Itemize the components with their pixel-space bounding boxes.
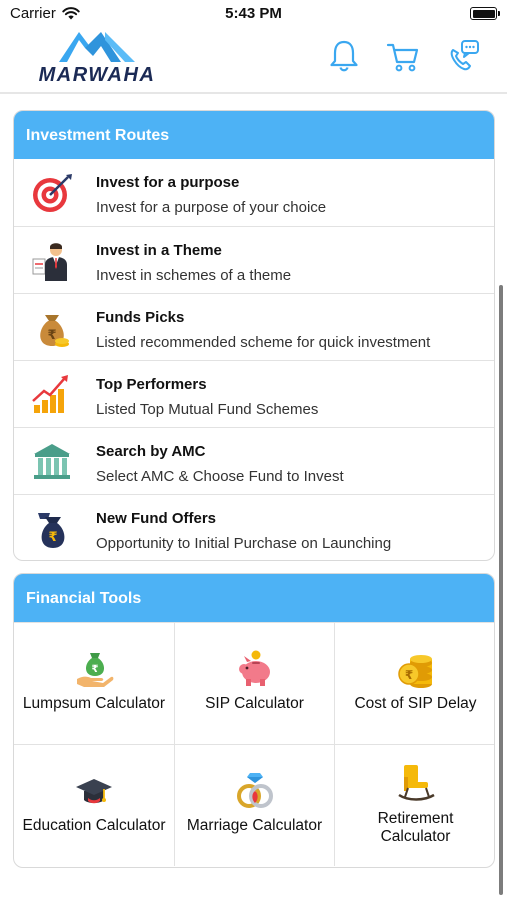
- bank-icon: [34, 444, 70, 479]
- graduation-cap-icon: [76, 779, 112, 804]
- bell-icon[interactable]: [326, 38, 362, 74]
- svg-text:₹: ₹: [48, 530, 57, 545]
- route-title: Search by AMC: [96, 443, 206, 460]
- tool-retirement-calculator[interactable]: Retirement Calculator: [335, 744, 494, 866]
- route-subtitle: Select AMC & Choose Fund to Invest: [96, 468, 344, 485]
- investment-routes-list: Invest for a purpose Invest for a purpos…: [14, 159, 494, 560]
- tool-marriage-calculator[interactable]: Marriage Calculator: [175, 744, 335, 866]
- route-title: New Fund Offers: [96, 510, 217, 527]
- route-funds-picks[interactable]: ₹ Funds Picks Listed recommended scheme …: [14, 293, 494, 360]
- route-subtitle: Invest in schemes of a theme: [96, 267, 292, 284]
- route-title: Invest in a Theme: [96, 242, 222, 259]
- rocking-chair-icon: [397, 765, 435, 801]
- route-title: Invest for a purpose: [96, 174, 240, 191]
- rupee-bag-icon: ₹: [38, 513, 65, 548]
- target-icon: [33, 174, 72, 212]
- route-title: Top Performers: [96, 376, 207, 393]
- route-subtitle: Listed recommended scheme for quick inve…: [96, 334, 431, 351]
- investment-routes-card: Investment Routes Invest for a purpose I…: [13, 110, 495, 561]
- battery-icon: [470, 7, 500, 20]
- tool-sip-calculator[interactable]: SIP Calculator: [175, 622, 335, 744]
- route-invest-for-purpose[interactable]: Invest for a purpose Invest for a purpos…: [14, 159, 494, 226]
- svg-text:₹: ₹: [404, 668, 412, 682]
- financial-tools-grid: ₹ Lumpsum Calculator SIP Calculator ₹ Co…: [14, 622, 494, 866]
- tool-label: Marriage Calculator: [186, 817, 323, 834]
- logo-text: MARWAHA: [38, 64, 156, 86]
- businessman-icon: [32, 243, 67, 281]
- route-subtitle: Invest for a purpose of your choice: [96, 199, 327, 216]
- tool-education-calculator[interactable]: Education Calculator: [14, 744, 175, 866]
- tool-cost-of-sip-delay[interactable]: ₹ Cost of SIP Delay: [335, 622, 494, 744]
- route-top-performers[interactable]: Top Performers Listed Top Mutual Fund Sc…: [14, 360, 494, 427]
- tool-label: Lumpsum Calculator: [22, 695, 166, 712]
- rings-icon: [236, 773, 273, 808]
- route-title: Funds Picks: [96, 309, 185, 326]
- money-bag-icon: ₹: [40, 315, 69, 347]
- piggy-bank-icon: [238, 650, 270, 686]
- route-subtitle: Listed Top Mutual Fund Schemes: [96, 401, 319, 418]
- route-new-fund-offers[interactable]: ₹ New Fund Offers Opportunity to Initial…: [14, 494, 494, 560]
- phone-chat-icon[interactable]: [445, 38, 481, 74]
- financial-tools-card: Financial Tools ₹ Lumpsum Calculator SIP…: [13, 573, 495, 868]
- marwaha-logo[interactable]: MARWAHA: [22, 28, 172, 86]
- tool-lumpsum-calculator[interactable]: ₹ Lumpsum Calculator: [14, 622, 175, 744]
- route-subtitle: Opportunity to Initial Purchase on Launc…: [96, 535, 392, 552]
- status-time: 5:43 PM: [225, 5, 282, 22]
- svg-text:₹: ₹: [92, 664, 99, 675]
- app-header: MARWAHA: [0, 28, 507, 94]
- tool-label: SIP Calculator: [205, 695, 304, 712]
- tool-label: Cost of SIP Delay: [354, 695, 477, 712]
- scrollbar[interactable]: [499, 285, 503, 895]
- status-bar: Carrier 5:43 PM: [0, 0, 507, 28]
- tool-label: Retirement Calculator: [377, 810, 454, 845]
- route-search-by-amc[interactable]: Search by AMC Select AMC & Choose Fund t…: [14, 427, 494, 494]
- lumpsum-icon: ₹: [77, 653, 114, 687]
- route-invest-in-theme[interactable]: Invest in a Theme Invest in schemes of a…: [14, 226, 494, 293]
- investment-routes-header: Investment Routes: [14, 111, 494, 159]
- cart-icon[interactable]: [385, 38, 421, 74]
- coins-icon: ₹: [397, 655, 432, 688]
- financial-tools-header: Financial Tools: [14, 574, 494, 622]
- logo-mark-icon: [59, 32, 135, 62]
- tool-label: Education Calculator: [22, 817, 166, 834]
- growth-chart-icon: [32, 375, 68, 413]
